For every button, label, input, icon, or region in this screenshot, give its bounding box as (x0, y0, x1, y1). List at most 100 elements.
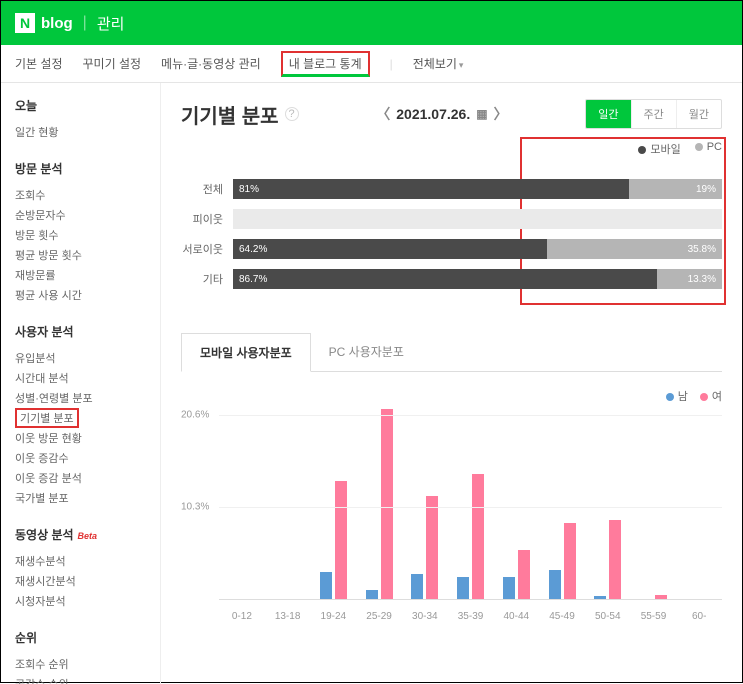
nav-divider: | (390, 57, 393, 71)
bar-male (320, 572, 332, 599)
dot-pc-icon (695, 143, 703, 151)
device-bar: 86.7%13.3% (233, 269, 722, 289)
device-legend: 모바일 PC (181, 141, 722, 157)
x-tick: 30-34 (402, 611, 448, 622)
tab-pc-users[interactable]: PC 사용자분포 (311, 333, 422, 371)
bar-group (585, 402, 631, 599)
device-row: 피이웃 (181, 209, 722, 229)
sb-item-visit-count[interactable]: 방문 횟수 (15, 225, 146, 245)
sb-item-inflow[interactable]: 유입분석 (15, 348, 146, 368)
nav-basic-settings[interactable]: 기본 설정 (15, 51, 63, 76)
bar-female (472, 474, 484, 599)
bar-group (493, 402, 539, 599)
top-nav: 기본 설정 꾸미기 설정 메뉴·글·동영상 관리 내 블로그 통계 | 전체보기… (1, 45, 742, 83)
beta-badge: Beta (78, 531, 98, 541)
sb-item-play-count[interactable]: 재생수분석 (15, 551, 146, 571)
bar-male (503, 577, 515, 599)
dot-male-icon (666, 393, 674, 401)
y-tick: 20.6% (181, 409, 209, 420)
x-tick: 60- (676, 611, 722, 622)
bar-female (426, 496, 438, 599)
x-tick: 13-18 (265, 611, 311, 622)
y-tick: 10.3% (181, 502, 209, 513)
bar-mobile: 86.7% (233, 269, 657, 289)
sb-title-rank: 순위 (15, 629, 146, 646)
sb-item-play-time[interactable]: 재생시간분석 (15, 571, 146, 591)
period-monthly[interactable]: 월간 (676, 100, 721, 128)
bar-male (594, 596, 606, 599)
sb-item-avg-visit[interactable]: 평균 방문 횟수 (15, 245, 146, 265)
bar-group (676, 402, 722, 599)
device-bar: 81%19% (233, 179, 722, 199)
logo-icon: N (15, 13, 35, 33)
device-row: 서로이웃64.2%35.8% (181, 239, 722, 259)
bar-female (655, 595, 667, 599)
sb-item-time[interactable]: 시간대 분석 (15, 368, 146, 388)
sb-item-neighbor-analysis[interactable]: 이웃 증감 분석 (15, 468, 146, 488)
sb-title-today: 오늘 (15, 97, 146, 114)
tab-mobile-users[interactable]: 모바일 사용자분포 (181, 333, 311, 372)
period-daily[interactable]: 일간 (586, 100, 630, 128)
help-icon[interactable]: ? (285, 107, 299, 121)
period-toggle: 일간 주간 월간 (585, 99, 722, 129)
main-content: 기기별 분포 ? 〈 2021.07.26. ▦ 〉 일간 주간 월간 모바일 … (161, 83, 742, 684)
sb-item-avg-time[interactable]: 평균 사용 시간 (15, 285, 146, 305)
x-tick: 50-54 (585, 611, 631, 622)
next-date-icon[interactable]: 〉 (494, 104, 508, 124)
date-picker: 〈 2021.07.26. ▦ 〉 (376, 104, 507, 124)
bar-mobile: 81% (233, 179, 629, 199)
app-header: N blog | 관리 (1, 1, 742, 45)
sb-item-device-dist[interactable]: 기기별 분포 (15, 408, 79, 428)
bar-female (564, 523, 576, 599)
sb-item-revisit[interactable]: 재방문률 (15, 265, 146, 285)
x-tick: 35-39 (448, 611, 494, 622)
device-row-label: 서로이웃 (181, 241, 233, 257)
bar-group (219, 402, 265, 599)
bar-female (381, 409, 393, 599)
sb-item-country[interactable]: 국가별 분포 (15, 488, 146, 508)
bar-male (366, 590, 378, 599)
legend-mobile: 모바일 (650, 144, 680, 156)
dot-female-icon (700, 393, 708, 401)
sb-title-visit: 방문 분석 (15, 160, 146, 177)
sb-item-viewer[interactable]: 시청자분석 (15, 591, 146, 611)
bar-female (609, 520, 621, 599)
page-title: 기기별 분포 (181, 100, 279, 129)
bar-group (448, 402, 494, 599)
sb-item-neighbor-change[interactable]: 이웃 증감수 (15, 448, 146, 468)
period-weekly[interactable]: 주간 (631, 100, 676, 128)
prev-date-icon[interactable]: 〈 (376, 104, 390, 124)
user-dist-tabs: 모바일 사용자분포 PC 사용자분포 (181, 333, 722, 372)
nav-decorate-settings[interactable]: 꾸미기 설정 (83, 51, 142, 76)
device-row-label: 전체 (181, 181, 233, 197)
bar-pc: 19% (629, 179, 722, 199)
calendar-icon[interactable]: ▦ (476, 107, 487, 121)
header-divider: | (83, 14, 87, 32)
device-row: 기타86.7%13.3% (181, 269, 722, 289)
device-distribution-chart: 전체81%19%피이웃서로이웃64.2%35.8%기타86.7%13.3% (181, 165, 722, 315)
current-date: 2021.07.26. (396, 106, 470, 122)
sb-item-daily-status[interactable]: 일간 현황 (15, 122, 146, 142)
age-gender-chart: 남 여 0-1213-1819-2425-2930-3435-3940-4445… (181, 392, 722, 622)
bar-mobile: 64.2% (233, 239, 547, 259)
header-section: 관리 (97, 13, 125, 34)
sb-item-views[interactable]: 조회수 (15, 185, 146, 205)
bar-pc: 35.8% (547, 239, 722, 259)
device-row-label: 피이웃 (181, 211, 233, 227)
x-tick: 55-59 (631, 611, 677, 622)
nav-content-manage[interactable]: 메뉴·글·동영상 관리 (161, 51, 261, 76)
bar-female (518, 550, 530, 599)
sb-item-unique-visitors[interactable]: 순방문자수 (15, 205, 146, 225)
sb-item-rank-view[interactable]: 조회수 순위 (15, 654, 146, 674)
x-tick: 40-44 (493, 611, 539, 622)
sb-item-neighbor-visit[interactable]: 이웃 방문 현황 (15, 428, 146, 448)
sb-item-gender-age[interactable]: 성별·연령별 분포 (15, 388, 146, 408)
x-tick: 0-12 (219, 611, 265, 622)
bar-male (411, 574, 423, 599)
nav-blog-stats[interactable]: 내 블로그 통계 (281, 51, 370, 77)
sb-title-user: 사용자 분석 (15, 323, 146, 340)
nav-view-all[interactable]: 전체보기▾ (413, 51, 464, 76)
bar-pc: 13.3% (657, 269, 722, 289)
logo-text: blog (41, 15, 73, 32)
bar-group (631, 402, 677, 599)
